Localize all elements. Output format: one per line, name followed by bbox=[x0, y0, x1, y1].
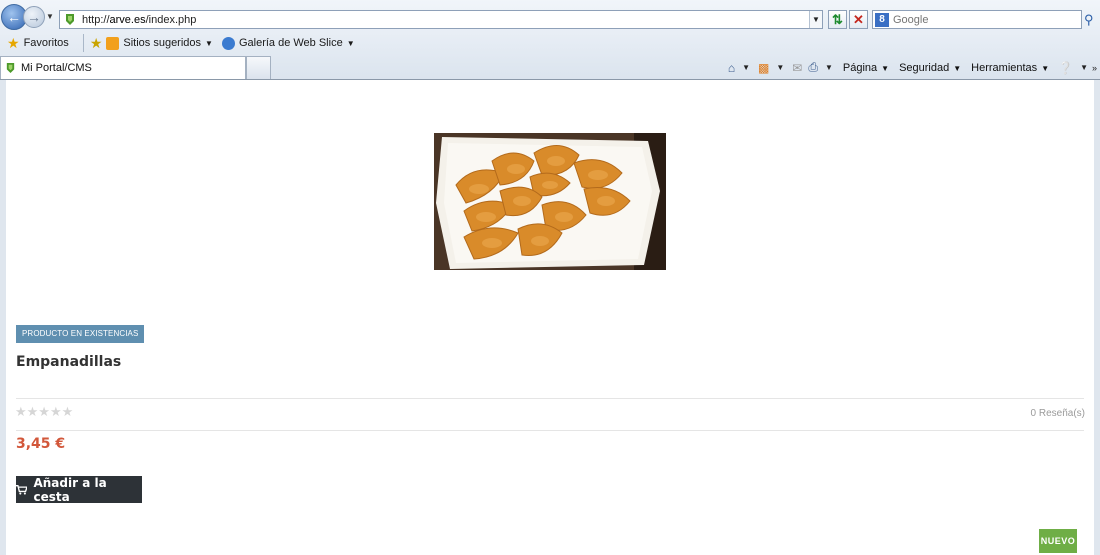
favorites-label: Favoritos bbox=[23, 37, 69, 49]
menu-tools-label: Herramientas bbox=[971, 61, 1038, 74]
address-dropdown-icon[interactable]: ▼ bbox=[809, 11, 822, 28]
site-favicon-icon bbox=[66, 14, 74, 25]
command-bar: ⌂ ▼ ▩ ▼ ✉ ⎙ ▼ Página ▼ Seguridad ▼ Herramient… bbox=[725, 57, 1100, 78]
browser-chrome: ← → ▼ http://arve.es/index.php ▼ ⇅ ✕ 8 ⚲… bbox=[0, 0, 1100, 80]
url-path: /index.php bbox=[145, 13, 197, 26]
ie-icon bbox=[221, 36, 235, 50]
tab-title: Mi Portal/CMS bbox=[21, 62, 92, 74]
refresh-icon[interactable]: ⇅ bbox=[828, 10, 847, 29]
stock-status-badge: Producto en existencias bbox=[16, 325, 145, 343]
home-dropdown-icon[interactable]: ▼ bbox=[742, 63, 750, 72]
history-dropdown-icon[interactable]: ▼ bbox=[46, 12, 54, 21]
new-product-badge: NUEVO bbox=[1039, 529, 1077, 553]
mail-icon[interactable]: ✉ bbox=[792, 61, 802, 75]
address-bar[interactable]: http://arve.es/index.php ▼ bbox=[59, 10, 823, 29]
divider bbox=[16, 398, 1084, 399]
search-box[interactable]: 8 bbox=[872, 10, 1082, 29]
address-url[interactable]: http://arve.es/index.php bbox=[82, 14, 809, 26]
menu-security-label: Seguridad bbox=[899, 61, 950, 74]
suggested-sites-button[interactable]: Sitios sugeridos ▼ bbox=[106, 36, 213, 50]
divider bbox=[16, 430, 1084, 431]
cart-icon bbox=[16, 484, 28, 495]
chevron-down-icon: ▼ bbox=[953, 63, 962, 73]
chevron-down-icon: ▼ bbox=[346, 38, 355, 48]
stop-icon[interactable]: ✕ bbox=[849, 10, 868, 29]
product-title[interactable]: Empanadillas bbox=[16, 354, 121, 370]
add-favorite-button[interactable]: ★ bbox=[90, 35, 107, 52]
web-slice-label: Galería de Web Slice bbox=[238, 37, 343, 49]
navigation-bar: ← → ▼ http://arve.es/index.php ▼ ⇅ ✕ 8 ⚲ bbox=[0, 4, 1100, 32]
chevron-down-icon: ▼ bbox=[205, 38, 213, 48]
print-icon[interactable]: ⎙ bbox=[808, 60, 818, 75]
favorites-bar: ★ Favoritos ★ Sitios sugeridos ▼ Galería… bbox=[0, 32, 1100, 54]
add-to-cart-label: Añadir a la cesta bbox=[33, 475, 107, 504]
suggested-sites-label: Sitios sugeridos bbox=[123, 37, 202, 49]
menu-page[interactable]: Página ▼ bbox=[843, 62, 889, 74]
product-page: Producto en existencias Empanadillas ★★★… bbox=[6, 80, 1094, 555]
suggested-sites-icon bbox=[106, 36, 120, 50]
help-icon[interactable]: ❔ bbox=[1058, 61, 1073, 75]
product-image[interactable] bbox=[434, 133, 666, 270]
rss-icon[interactable]: ▩ bbox=[758, 61, 769, 75]
search-input[interactable] bbox=[893, 13, 1073, 26]
new-tab-button[interactable] bbox=[246, 56, 271, 79]
chevron-down-icon: ▼ bbox=[1041, 63, 1050, 73]
chevron-down-icon: ▼ bbox=[881, 63, 890, 73]
home-icon[interactable]: ⌂ bbox=[728, 61, 735, 75]
rss-dropdown-icon[interactable]: ▼ bbox=[776, 63, 784, 72]
search-icon[interactable]: ⚲ bbox=[1084, 12, 1094, 28]
url-host: arve.es bbox=[109, 13, 146, 26]
print-dropdown-icon[interactable]: ▼ bbox=[825, 63, 833, 72]
reviews-count[interactable]: 0 Reseña(s) bbox=[1031, 408, 1085, 419]
product-price: 3,45 € bbox=[16, 436, 66, 452]
menu-tools[interactable]: Herramientas ▼ bbox=[971, 62, 1049, 74]
command-bar-overflow-icon[interactable]: » bbox=[1092, 63, 1097, 73]
add-favorite-icon: ★ bbox=[89, 34, 103, 51]
menu-security[interactable]: Seguridad ▼ bbox=[899, 62, 961, 74]
google-logo-icon: 8 bbox=[875, 12, 889, 27]
tab-favicon-icon bbox=[6, 62, 15, 74]
tab-mi-portal[interactable]: Mi Portal/CMS bbox=[0, 56, 246, 79]
add-to-cart-button[interactable]: Añadir a la cesta bbox=[16, 475, 142, 504]
favorites-star-icon: ★ bbox=[7, 34, 20, 51]
favorites-separator bbox=[82, 34, 84, 52]
web-slice-gallery-button[interactable]: Galería de Web Slice ▼ bbox=[221, 36, 355, 50]
url-scheme: http:// bbox=[82, 13, 110, 26]
forward-arrow-icon[interactable]: → bbox=[23, 6, 45, 28]
help-dropdown-icon[interactable]: ▼ bbox=[1080, 63, 1088, 72]
tab-bar: Mi Portal/CMS ⌂ ▼ ▩ ▼ ✉ ⎙ ▼ Página ▼ Segurid… bbox=[0, 56, 1100, 79]
menu-page-label: Página bbox=[842, 61, 878, 74]
rating-stars: ★★★★★ bbox=[15, 404, 74, 419]
favorites-button[interactable]: ★ Favoritos bbox=[7, 35, 69, 52]
